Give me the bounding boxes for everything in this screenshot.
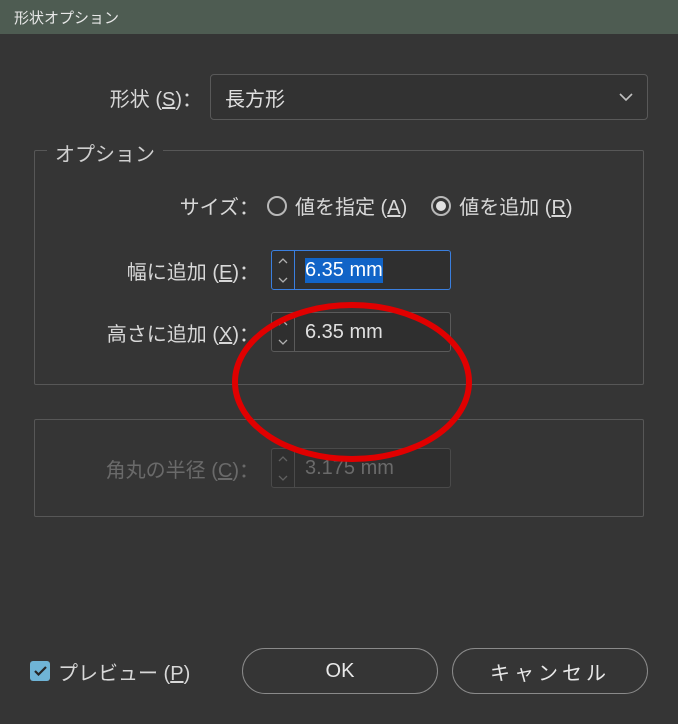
corner-spinner-up <box>272 449 294 468</box>
preview-checkbox[interactable]: プレビュー (P) <box>30 657 190 686</box>
chevron-up-icon <box>278 320 288 326</box>
height-label: 高さに追加 (X)： <box>57 318 267 347</box>
corner-spinner: 3.175 mm <box>271 448 451 488</box>
titlebar: 形状オプション <box>0 0 678 34</box>
width-spinner[interactable]: 6.35 mm <box>271 250 451 290</box>
radio-append[interactable]: 値を追加 (R) <box>431 191 572 220</box>
footer: プレビュー (P) OK キャンセル <box>0 648 678 694</box>
height-spinner[interactable]: 6.35 mm <box>271 312 451 352</box>
size-label: サイズ： <box>57 191 267 220</box>
checkbox-box-icon <box>30 661 50 681</box>
corner-input-value: 3.175 mm <box>305 457 394 480</box>
width-spinner-buttons[interactable] <box>271 250 295 290</box>
width-label: 幅に追加 (E)： <box>57 256 267 285</box>
options-legend: オプション <box>47 138 163 167</box>
shape-select-value: 長方形 <box>225 83 285 112</box>
width-spinner-up[interactable] <box>272 251 294 270</box>
chevron-down-icon <box>278 475 288 481</box>
size-row: サイズ： 値を指定 (A) 値を追加 (R) <box>57 191 621 220</box>
height-spinner-buttons[interactable] <box>271 312 295 352</box>
radio-circle-icon <box>431 196 451 216</box>
radio-specify[interactable]: 値を指定 (A) <box>267 191 407 220</box>
chevron-up-icon <box>278 258 288 264</box>
radio-circle-icon <box>267 196 287 216</box>
ok-button[interactable]: OK <box>242 648 438 694</box>
corner-spinner-buttons <box>271 448 295 488</box>
dialog-title: 形状オプション <box>14 7 119 28</box>
height-input[interactable]: 6.35 mm <box>295 312 451 352</box>
options-fieldset: オプション サイズ： 値を指定 (A) 値を追加 (R) 幅に追加 (E)： <box>34 150 644 385</box>
width-row: 幅に追加 (E)： 6.35 mm <box>57 250 621 290</box>
corner-label: 角丸の半径 (C)： <box>57 454 267 483</box>
height-spinner-up[interactable] <box>272 313 294 332</box>
chevron-down-icon <box>278 339 288 345</box>
width-spinner-down[interactable] <box>272 270 294 289</box>
chevron-down-icon <box>619 93 633 102</box>
shape-select[interactable]: 長方形 <box>210 74 648 120</box>
checkmark-icon <box>34 666 47 676</box>
chevron-down-icon <box>278 277 288 283</box>
height-input-value: 6.35 mm <box>305 321 383 344</box>
cancel-button[interactable]: キャンセル <box>452 648 648 694</box>
corner-spinner-down <box>272 468 294 487</box>
corner-input: 3.175 mm <box>295 448 451 488</box>
shape-row: 形状 (S)： 長方形 <box>30 74 648 120</box>
height-row: 高さに追加 (X)： 6.35 mm <box>57 312 621 352</box>
corner-fieldset: 角丸の半径 (C)： 3.175 mm <box>34 419 644 517</box>
height-spinner-down[interactable] <box>272 332 294 351</box>
width-input-value: 6.35 mm <box>305 258 383 283</box>
width-input[interactable]: 6.35 mm <box>295 250 451 290</box>
chevron-up-icon <box>278 456 288 462</box>
shape-label: 形状 (S)： <box>30 83 210 112</box>
